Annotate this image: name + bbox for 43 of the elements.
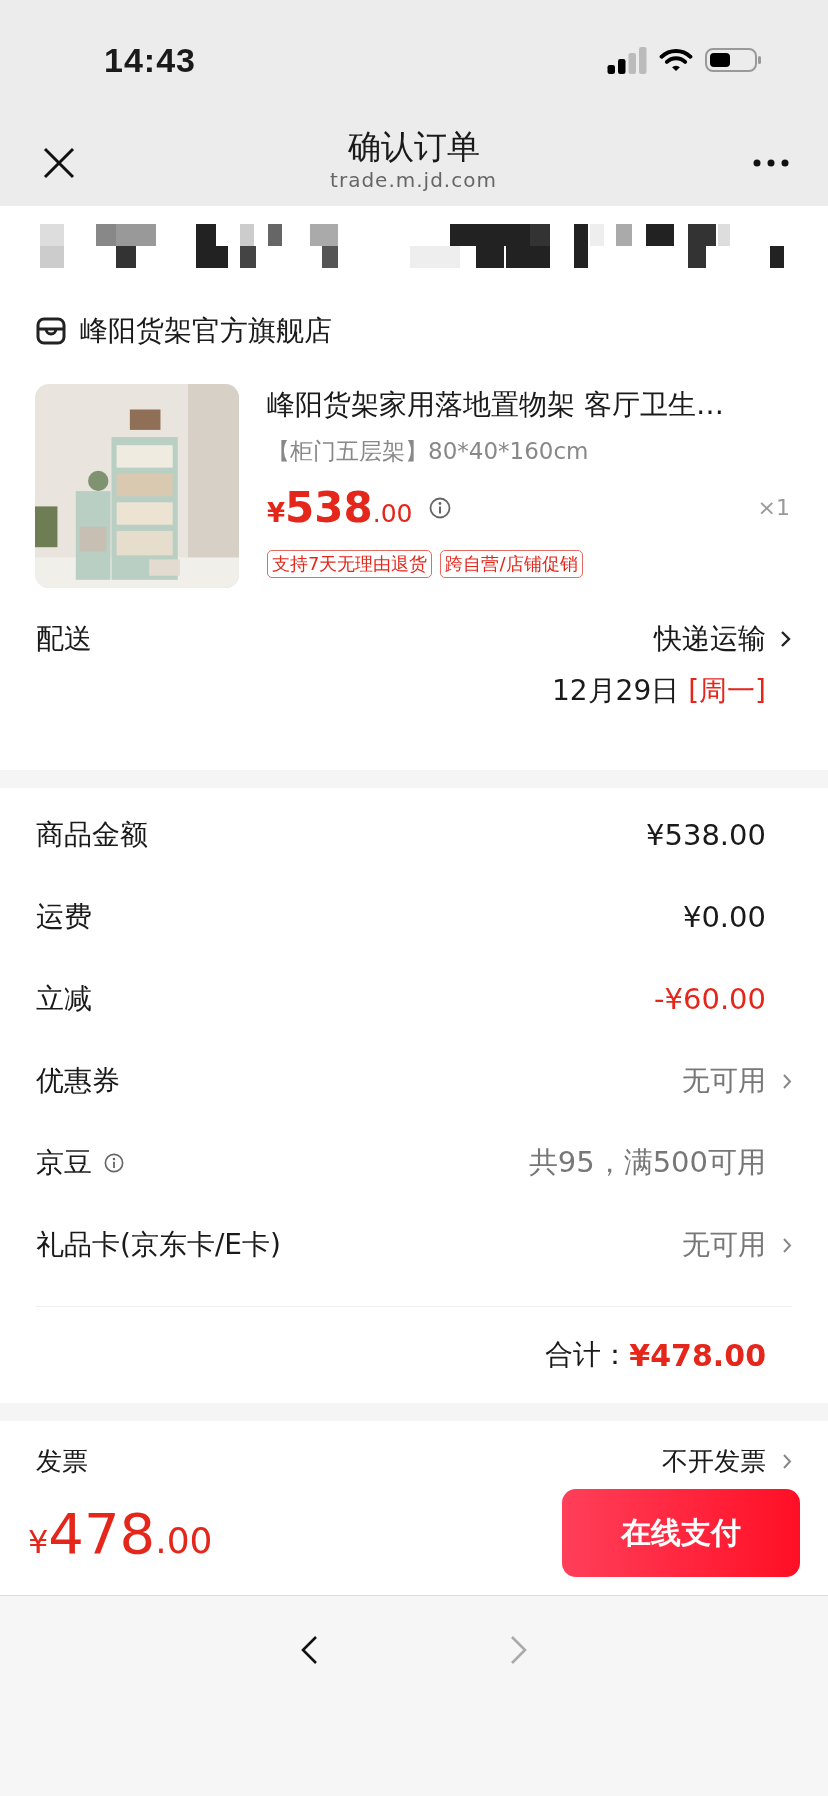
more-icon[interactable]: [752, 159, 790, 167]
summary-label: 礼品卡(京东卡/E卡): [36, 1227, 281, 1263]
chevron-icon: [782, 1452, 792, 1470]
delivery-date: 12月29日 [周一]: [551, 673, 766, 709]
summary-option[interactable]: 无可用: [682, 1062, 792, 1100]
product-spec: 【柜门五层架】80*40*160cm: [267, 437, 590, 466]
summary-value: 共95，满500可用: [528, 1144, 766, 1181]
page-url: trade.m.jd.com: [330, 168, 497, 192]
summary-label: 优惠券: [36, 1063, 120, 1099]
summary-label: 京豆: [36, 1145, 92, 1181]
chevron-icon: [780, 630, 792, 648]
product-title[interactable]: 峰阳货架家用落地置物架 客厅卫生…: [267, 386, 792, 424]
delivery-label: 配送: [36, 621, 92, 657]
chevron-icon: [782, 1236, 792, 1254]
quantity: ×1: [757, 495, 790, 520]
status-time: 14:43: [104, 40, 196, 80]
store-name[interactable]: 峰阳货架官方旗舰店: [80, 312, 332, 350]
service-tag: 跨自营/店铺促销: [440, 550, 583, 578]
info-icon[interactable]: [428, 496, 451, 519]
total-value: ¥478.00: [629, 1337, 766, 1373]
service-tag: 支持7天无理由退货: [267, 550, 433, 578]
chevron-icon: [782, 1072, 792, 1090]
close-icon[interactable]: [43, 147, 75, 179]
total-price: ¥478.00: [28, 1500, 213, 1566]
summary-value: ¥538.00: [646, 818, 766, 852]
summary-value: -¥60.00: [654, 982, 766, 1016]
store-icon: [36, 316, 66, 346]
summary-option[interactable]: 无可用: [682, 1226, 792, 1264]
summary-label: 运费: [36, 899, 92, 935]
pay-button[interactable]: 在线支付: [562, 1489, 800, 1577]
battery-icon: [705, 47, 762, 73]
summary-label: 商品金额: [36, 817, 148, 853]
signal-icon: [607, 46, 647, 74]
info-icon[interactable]: [104, 1153, 124, 1173]
product-price: ¥538.00: [267, 483, 413, 532]
page-title: 确认订单: [347, 126, 480, 168]
summary-label: 立减: [36, 981, 92, 1017]
total-label: 合计：: [545, 1337, 630, 1373]
invoice-option[interactable]: 不开发票: [662, 1443, 792, 1479]
delivery-method[interactable]: 快递运输: [654, 620, 792, 658]
wifi-icon: [659, 47, 693, 73]
invoice-label: 发票: [36, 1444, 88, 1478]
summary-value: ¥0.00: [682, 900, 766, 934]
